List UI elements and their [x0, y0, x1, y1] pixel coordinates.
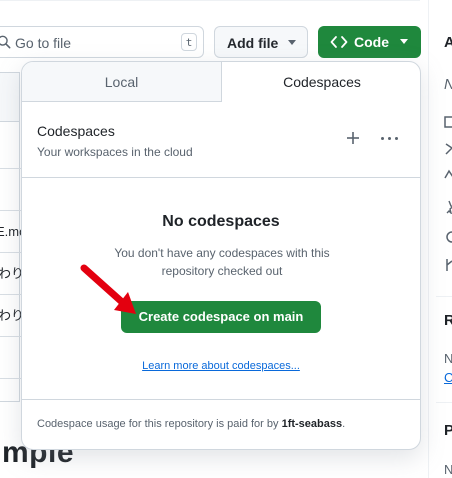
star-icon: [446, 200, 452, 214]
sidebar-edge: [428, 0, 429, 478]
releases-link-fragment[interactable]: C: [444, 370, 452, 385]
billing-owner: 1ft-seabass: [281, 418, 343, 430]
github-repo-page: Go to file t Add file Code E.mo わり わり mp…: [0, 0, 452, 478]
go-to-file-search[interactable]: Go to file t: [0, 26, 204, 58]
description-fragment: N: [444, 76, 452, 93]
add-file-label: Add file: [227, 35, 279, 51]
tab-local[interactable]: Local: [22, 62, 222, 102]
top-divider: [0, 0, 420, 1]
eye-icon: [446, 231, 452, 243]
plus-icon[interactable]: [342, 127, 364, 149]
code-button-label: Code: [354, 34, 389, 50]
keyboard-shortcut-hint: t: [181, 33, 197, 51]
sidebar-section-divider: [436, 296, 452, 297]
add-file-button[interactable]: Add file: [214, 26, 308, 58]
packages-text-fragment: N: [444, 462, 452, 477]
sidebar-section-divider: [436, 402, 452, 403]
create-codespace-button[interactable]: Create codespace on main: [121, 301, 321, 333]
codespaces-header: Codespaces Your workspaces in the cloud: [22, 103, 420, 178]
search-placeholder: Go to file: [15, 35, 72, 51]
learn-more-link[interactable]: Learn more about codespaces...: [22, 360, 420, 372]
file-list-header: [0, 73, 19, 122]
packages-heading-fragment: P: [444, 422, 452, 439]
search-icon: [0, 35, 11, 49]
fork-icon: [446, 259, 452, 271]
red-arrow-annotation: [80, 264, 136, 314]
code-button[interactable]: Code: [318, 26, 421, 58]
codespaces-title: Codespaces: [37, 123, 115, 139]
readme-icon: [444, 116, 452, 128]
code-dropdown-panel: Local Codespaces Codespaces Your workspa…: [21, 61, 421, 450]
license-icon: [445, 143, 452, 155]
billing-text-suffix: .: [342, 418, 346, 430]
triangle-down-icon: [400, 39, 408, 44]
tab-codespaces[interactable]: Codespaces: [222, 62, 420, 102]
empty-state-title: No codespaces: [162, 213, 280, 230]
activity-icon: [444, 169, 452, 179]
kebab-horizontal-icon[interactable]: [379, 127, 401, 149]
about-heading-fragment: A: [444, 34, 452, 51]
releases-heading-fragment: R: [444, 312, 452, 329]
codespaces-subtitle: Your workspaces in the cloud: [37, 145, 193, 159]
billing-text-prefix: Codespace usage for this repository is p…: [37, 418, 282, 430]
code-icon: [330, 36, 348, 48]
releases-text-fragment: N: [444, 351, 452, 366]
dropdown-tabs: Local Codespaces: [22, 62, 420, 103]
triangle-down-icon: [288, 40, 296, 45]
billing-footer: Codespace usage for this repository is p…: [22, 399, 420, 449]
billing-text: Codespace usage for this repository is p…: [37, 418, 345, 430]
